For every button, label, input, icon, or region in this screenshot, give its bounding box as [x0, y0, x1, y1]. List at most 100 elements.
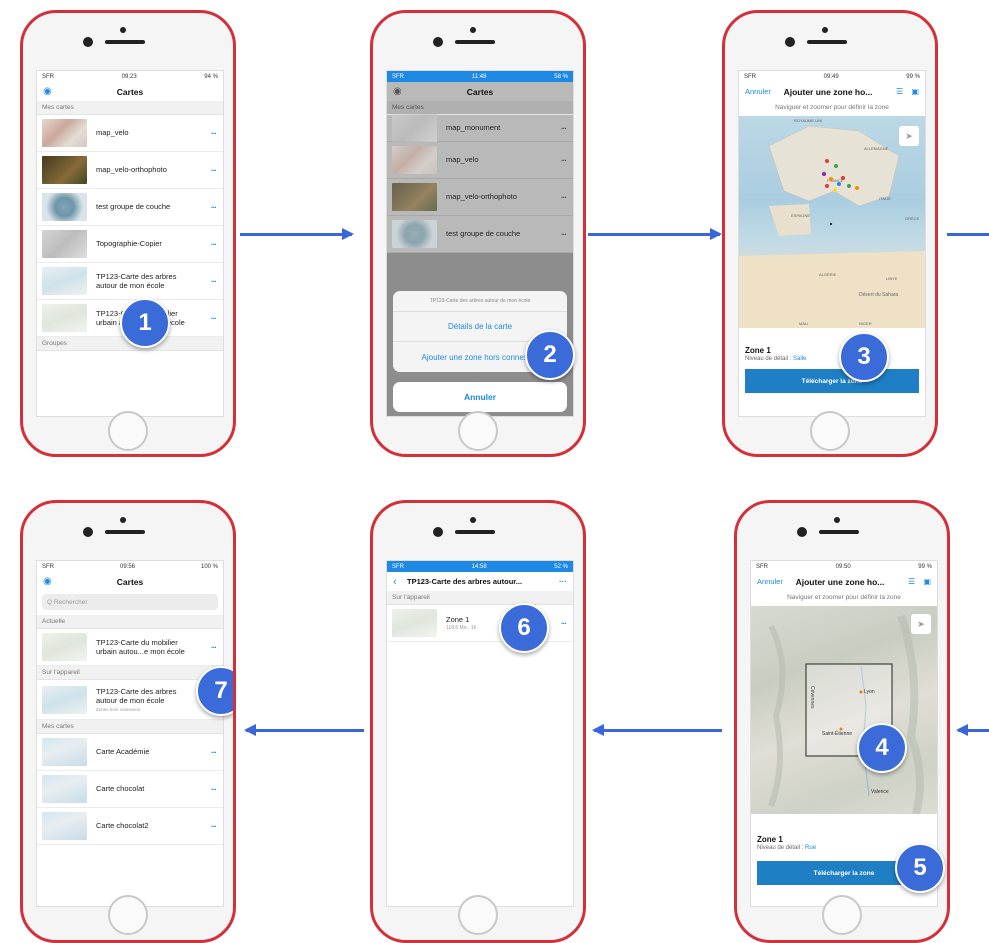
- phone-step-4-5: SFR 09:50 99 % Annuler Ajouter une zone …: [734, 500, 950, 943]
- page-title: Cartes: [466, 86, 494, 97]
- home-button[interactable]: [108, 895, 148, 935]
- map-thumbnail: [42, 193, 87, 221]
- cancel-link[interactable]: Annuler: [757, 577, 783, 586]
- more-icon[interactable]: ···: [211, 240, 217, 249]
- profile-icon[interactable]: ◉: [43, 86, 52, 97]
- layers-icon[interactable]: ☰: [908, 577, 915, 586]
- nav-bar: ‹ TP123-Carte des arbres autour... ···: [387, 572, 573, 591]
- zone-thumbnail: [392, 609, 437, 637]
- section-my-maps: Mes cartes: [387, 101, 573, 115]
- more-icon[interactable]: ···: [559, 577, 567, 586]
- section-on-device: Sur l'appareil: [387, 591, 573, 605]
- map-thumbnail: [42, 685, 87, 714]
- zone-sheet: Zone 1 Niveau de détail : Salle Téléchar…: [739, 341, 925, 416]
- more-icon[interactable]: ···: [211, 314, 217, 323]
- status-bar: SFR 09:49 99 %: [744, 73, 920, 80]
- device-map-item[interactable]: TP123-Carte des arbres autour de mon éco…: [37, 680, 223, 720]
- map-thumbnail: [42, 738, 87, 766]
- map-item-map-velo[interactable]: map_velo ···: [37, 115, 223, 152]
- screen-map-areas: SFR 14:58 52 % ‹ TP123-Carte des arbres …: [386, 560, 574, 907]
- map-thumbnail: [42, 775, 87, 803]
- page-title: Ajouter une zone ho...: [783, 86, 873, 97]
- page-title: Cartes: [116, 86, 144, 97]
- map-terrain-svg: [768, 614, 924, 814]
- page-title: TP123-Carte des arbres autour...: [407, 577, 523, 586]
- detail-level: Niveau de détail : Salle: [745, 356, 807, 362]
- zone-hint: Naviguer et zoomer pour définir la zone: [775, 104, 889, 111]
- section-my-maps: Mes cartes: [37, 101, 223, 115]
- search-input[interactable]: Q Rechercher: [42, 594, 218, 610]
- more-icon[interactable]: ···: [211, 277, 217, 286]
- zone-hint: Naviguer et zoomer pour définir la zone: [787, 594, 901, 601]
- locate-icon[interactable]: ➤: [911, 614, 931, 634]
- download-zone-button[interactable]: Télécharger la zone: [745, 369, 919, 393]
- more-icon[interactable]: ···: [211, 748, 217, 757]
- flow-arrow-5-6: [592, 724, 722, 736]
- nav-bar: ◉ Cartes: [387, 82, 573, 101]
- status-bar: SFR 09:23 94 %: [42, 73, 218, 80]
- more-icon[interactable]: ···: [211, 203, 217, 212]
- more-icon[interactable]: ···: [211, 643, 217, 652]
- flow-arrow-6-7: [244, 724, 364, 736]
- page-title: Ajouter une zone ho...: [795, 576, 885, 587]
- section-current: Actuelle: [37, 615, 223, 629]
- map-item-arbres[interactable]: TP123-Carte des arbres autour de mon éco…: [37, 263, 223, 300]
- more-icon[interactable]: ···: [211, 785, 217, 794]
- page-title: Cartes: [116, 576, 144, 587]
- status-bar: SFR 09:56 100 %: [42, 563, 218, 570]
- layers-icon[interactable]: ☰: [896, 87, 903, 96]
- back-icon[interactable]: ‹: [393, 576, 397, 588]
- book-icon[interactable]: ▣: [911, 87, 919, 96]
- map-item-orthophoto[interactable]: map_velo-orthophoto ···: [37, 152, 223, 189]
- more-icon[interactable]: ···: [211, 822, 217, 831]
- screen-maps-offline: SFR 09:56 100 % ◉ Cartes Q Rechercher Ac…: [36, 560, 224, 907]
- map-thumbnail: [42, 230, 87, 258]
- map-item-chocolat2[interactable]: Carte chocolat2 ···: [37, 808, 223, 845]
- phone-step-7: SFR 09:56 100 % ◉ Cartes Q Rechercher Ac…: [20, 500, 236, 943]
- home-button[interactable]: [108, 411, 148, 451]
- step-badge-4: 4: [857, 723, 907, 773]
- status-bar: SFR 11:48 58 %: [387, 71, 573, 82]
- home-button[interactable]: [458, 411, 498, 451]
- flow-arrow-3-down: [947, 233, 989, 236]
- map-item-academie[interactable]: Carte Académie ···: [37, 734, 223, 771]
- map-item-topographie[interactable]: Topographie-Copier ···: [37, 226, 223, 263]
- flow-arrow-4-5: [956, 724, 989, 736]
- book-icon[interactable]: ▣: [923, 577, 931, 586]
- step-badge-2: 2: [525, 330, 575, 380]
- cancel-button[interactable]: Annuler: [393, 382, 567, 412]
- home-button[interactable]: [458, 895, 498, 935]
- phone-step-6: SFR 14:58 52 % ‹ TP123-Carte des arbres …: [370, 500, 586, 943]
- more-icon[interactable]: ···: [561, 619, 567, 628]
- more-icon[interactable]: ···: [211, 166, 217, 175]
- cancel-link[interactable]: Annuler: [745, 87, 771, 96]
- step-badge-3: 3: [839, 332, 889, 382]
- locate-icon[interactable]: ➤: [899, 126, 919, 146]
- map-item-orthophoto: map_velo-orthophoto ···: [387, 179, 573, 216]
- map-markers: [822, 159, 859, 226]
- nav-bar: ◉ Cartes: [37, 572, 223, 591]
- map-item-chocolat[interactable]: Carte chocolat ···: [37, 771, 223, 808]
- home-button[interactable]: [810, 411, 850, 451]
- region-map[interactable]: Cévennes Lyon Saint-Étienne Valence ➤: [751, 606, 937, 814]
- action-sheet-header: TP123-Carte des arbres autour de mon éco…: [393, 291, 567, 312]
- status-bar: SFR 14:58 52 %: [387, 561, 573, 572]
- nav-bar: ◉ Cartes: [37, 82, 223, 101]
- map-item-test-groupe[interactable]: test groupe de couche ···: [37, 189, 223, 226]
- profile-icon[interactable]: ◉: [43, 576, 52, 587]
- more-icon[interactable]: ···: [211, 129, 217, 138]
- step-badge-1: 1: [120, 298, 170, 348]
- europe-map[interactable]: ROYAUME-UNI ALLEMAGNE FRANCE ITALIE ESPA…: [739, 116, 925, 328]
- map-thumbnail: [42, 812, 87, 840]
- phone-step-1: SFR 09:23 94 % ◉ Cartes Mes cartes map_v…: [20, 10, 236, 457]
- map-thumbnail: [42, 304, 87, 332]
- home-button[interactable]: [822, 895, 862, 935]
- current-map-item[interactable]: TP123-Carte du mobilier urbain autou...e…: [37, 629, 223, 666]
- profile-icon: ◉: [393, 86, 402, 97]
- map-thumbnail: [42, 633, 87, 661]
- map-thumbnail: [42, 156, 87, 184]
- nav-bar: Annuler Ajouter une zone ho... ☰ ▣: [739, 82, 925, 101]
- section-on-device: Sur l'appareil: [37, 666, 223, 680]
- flow-arrow-2-3: [588, 228, 722, 240]
- status-bar: SFR 09:50 99 %: [756, 563, 932, 570]
